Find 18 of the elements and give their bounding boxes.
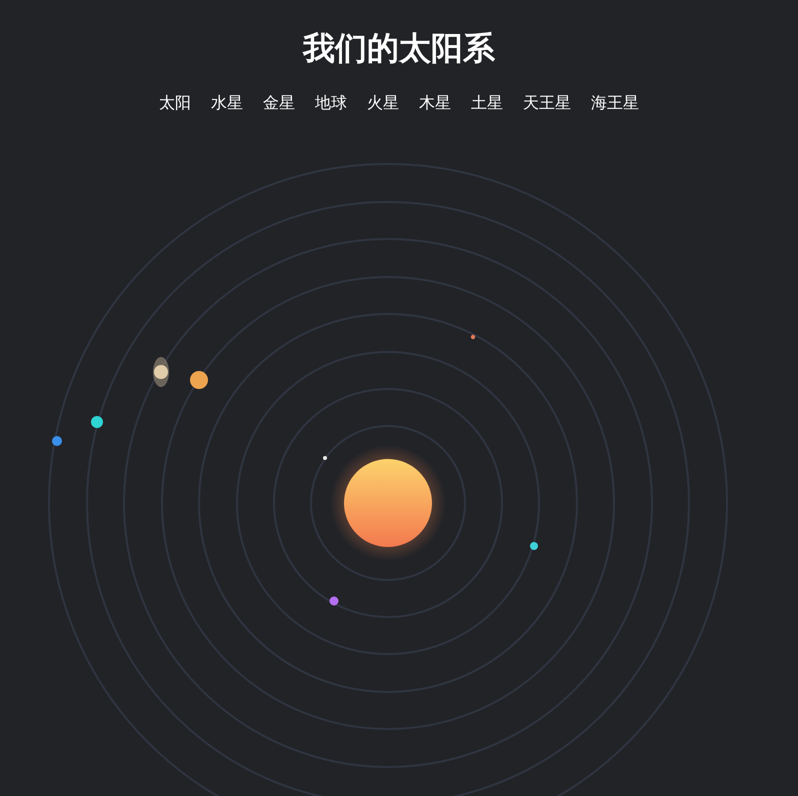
planet-drawing	[52, 436, 62, 446]
planet-drawing	[330, 596, 338, 606]
planet-drawing	[470, 334, 476, 340]
planet-drawing	[190, 371, 208, 389]
nav-link[interactable]: 木星	[419, 92, 451, 114]
nav-link[interactable]: 海王星	[591, 92, 639, 114]
nav-link[interactable]: 天王星	[523, 92, 571, 114]
nav-link[interactable]: 金星	[263, 92, 295, 114]
planet-drawing	[91, 416, 103, 428]
planet-drawing	[153, 357, 169, 387]
nav-link[interactable]: 地球	[315, 92, 347, 114]
nav-link[interactable]: 水星	[211, 92, 243, 114]
planet-drawing	[530, 542, 538, 550]
nav-link[interactable]: 土星	[471, 92, 503, 114]
nav-link[interactable]: 太阳	[159, 92, 191, 114]
nav-link[interactable]: 火星	[367, 92, 399, 114]
page-title: 我们的太阳系	[303, 28, 495, 68]
planet-drawing	[323, 456, 327, 460]
